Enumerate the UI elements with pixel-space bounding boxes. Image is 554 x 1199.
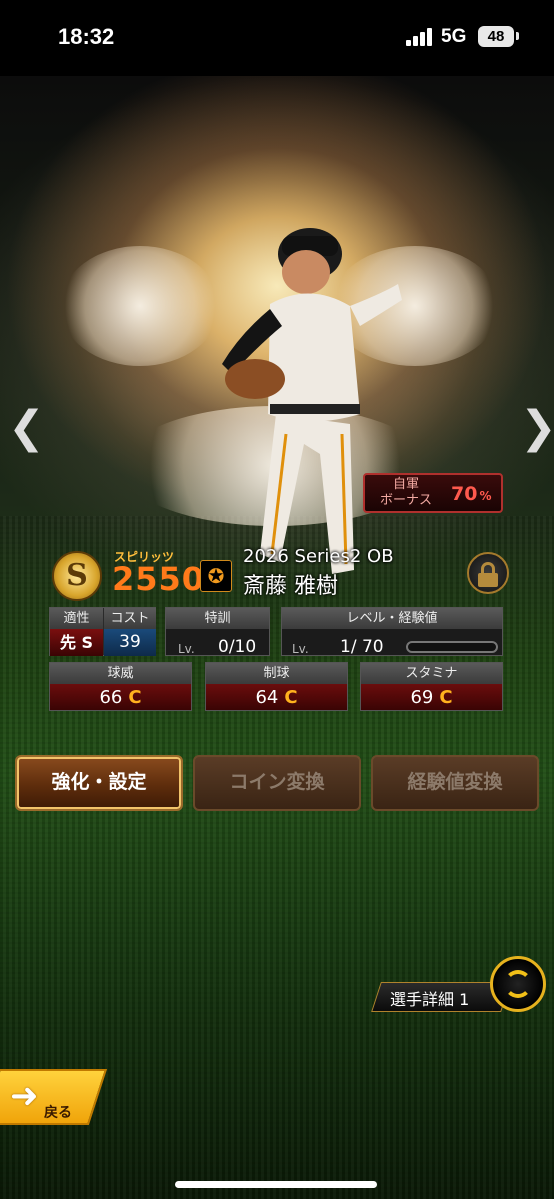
status-bar: 18:32 5G 48	[0, 0, 554, 76]
bonus-unit: %	[479, 489, 492, 503]
stat-value: 66	[99, 687, 123, 708]
stat-label: 制球	[206, 663, 347, 684]
lock-icon[interactable]	[467, 552, 509, 594]
back-arrow-icon: ➜	[10, 1076, 39, 1116]
stat-box-control: 制球 64 C	[205, 662, 348, 711]
stat-value-row: 64 C	[206, 684, 347, 710]
aptitude-cost-box: 適性 コスト 先 S 39	[49, 607, 156, 656]
home-indicator[interactable]	[175, 1181, 377, 1188]
level-value: 1/ 70	[340, 637, 384, 657]
card-scene: ❮ ❯ 自軍 ボーナス 70% S スピリッツ 2550 ✪ 2026 Seri…	[0, 76, 554, 1199]
stat-grade: C	[284, 687, 298, 708]
level-box: レベル・経験値 Lv. 1/ 70	[281, 607, 503, 657]
team-bonus-box: 自軍 ボーナス 70%	[363, 473, 503, 513]
bonus-label-line2: ボーナス	[379, 493, 432, 508]
cloud-left	[60, 246, 220, 366]
stat-label: スタミナ	[361, 663, 502, 684]
team-logo-icon: ✪	[200, 560, 232, 592]
coin-convert-button[interactable]: コイン変換	[193, 755, 361, 811]
stat-value-row: 66 C	[50, 684, 191, 710]
battery-icon: 48	[478, 26, 514, 47]
spirits-value: 2550	[112, 560, 206, 598]
stat-box-velocity: 球威 66 C	[49, 662, 192, 711]
bonus-value: 70%	[451, 483, 491, 505]
stat-label: 球威	[50, 663, 191, 684]
training-lv-prefix: Lv.	[178, 642, 195, 656]
next-card-arrow[interactable]: ❯	[520, 406, 554, 450]
card-series: 2026 Series2 OB	[243, 546, 394, 567]
stat-value-row: 69 C	[361, 684, 502, 710]
bonus-number: 70	[451, 483, 478, 505]
stat-grade: C	[128, 687, 142, 708]
training-value: 0/10	[218, 637, 257, 657]
network-label: 5G	[441, 26, 467, 47]
swap-icon[interactable]	[490, 956, 546, 1012]
stat-box-stamina: スタミナ 69 C	[360, 662, 503, 711]
back-label[interactable]: 戻る	[44, 1102, 72, 1122]
spirits-icon: S	[52, 551, 102, 601]
enhance-settings-button[interactable]: 強化・設定	[15, 755, 183, 811]
stat-value: 64	[255, 687, 279, 708]
bonus-label: 自軍 ボーナス	[371, 477, 441, 509]
prev-card-arrow[interactable]: ❮	[8, 406, 45, 450]
stat-grade: C	[439, 687, 453, 708]
bonus-label-line1: 自軍	[392, 477, 419, 492]
training-box: 特訓 Lv. 0/10	[165, 607, 270, 657]
stat-value: 69	[410, 687, 434, 708]
player-name: 斎藤 雅樹	[243, 574, 338, 599]
aptitude-label: 適性	[50, 608, 103, 629]
cost-label: コスト	[104, 608, 156, 629]
aptitude-value: 先 S	[50, 629, 103, 656]
exp-progress-bar	[406, 641, 498, 653]
training-label: 特訓	[166, 608, 269, 629]
battery-tip	[516, 32, 519, 40]
exp-convert-button[interactable]: 経験値変換	[371, 755, 539, 811]
signal-icon	[406, 28, 434, 46]
player-detail-label[interactable]: 選手詳細 1	[390, 986, 469, 1010]
cost-value: 39	[104, 629, 156, 656]
status-time: 18:32	[58, 24, 115, 49]
level-lv-prefix: Lv.	[292, 642, 309, 656]
level-label: レベル・経験値	[282, 608, 502, 629]
